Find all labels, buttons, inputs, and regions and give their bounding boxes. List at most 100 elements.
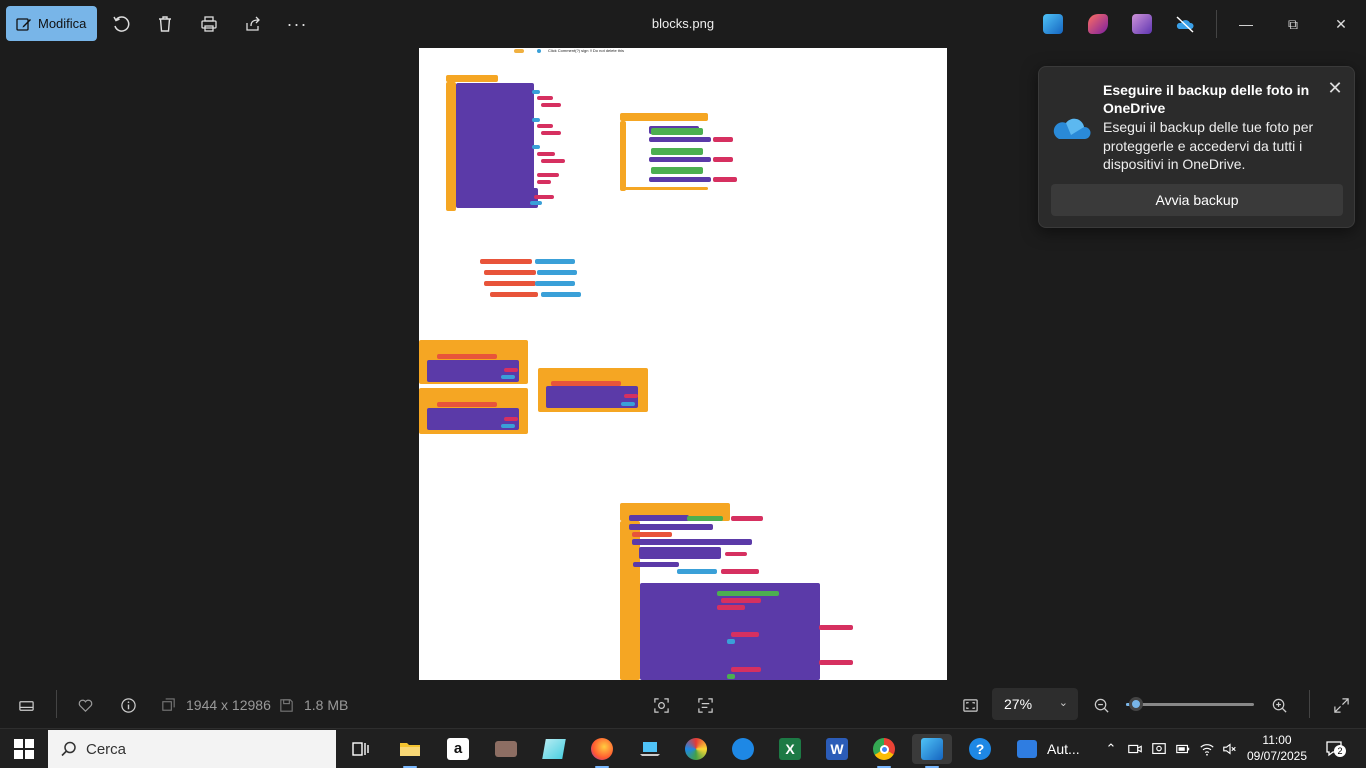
- active-app-label: Aut...: [1047, 741, 1080, 757]
- block-nav-body: [620, 121, 626, 191]
- block-init-global: [480, 259, 532, 264]
- block-init-global: [484, 281, 536, 286]
- favorite-heart-icon[interactable]: [74, 694, 96, 716]
- app-icon-automation[interactable]: [1012, 734, 1042, 764]
- text-scan-icon[interactable]: [694, 694, 716, 716]
- fit-to-window-icon[interactable]: [959, 694, 981, 716]
- block-value: [624, 394, 638, 398]
- zoom-slider[interactable]: [1126, 697, 1254, 711]
- block-for-each: [632, 539, 752, 545]
- block-value: [713, 157, 733, 162]
- block-value: [727, 639, 735, 644]
- filmstrip-icon[interactable]: [15, 694, 37, 716]
- clipchamp-icon[interactable]: [1132, 14, 1152, 34]
- chrome-icon[interactable]: [869, 734, 899, 768]
- minimize-icon[interactable]: —: [1223, 0, 1269, 48]
- excel-icon[interactable]: X: [775, 734, 805, 764]
- block-empty-list: [535, 281, 575, 286]
- designer-app-icon[interactable]: [1043, 14, 1063, 34]
- block-value: [687, 516, 723, 521]
- block-value: [530, 201, 542, 205]
- notification-center-icon[interactable]: 2: [1325, 740, 1346, 758]
- block-get-component: [729, 654, 819, 666]
- block-value: [537, 152, 555, 156]
- app-icon-chess[interactable]: [491, 734, 521, 764]
- block-value: [721, 569, 759, 574]
- image-canvas[interactable]: Click Comment(?) sign !! Do not delete t…: [419, 48, 947, 680]
- block-value: [532, 118, 540, 122]
- system-clock[interactable]: 11:00 09/07/2025: [1246, 732, 1308, 764]
- file-explorer-icon[interactable]: [395, 734, 425, 768]
- firefox-icon[interactable]: [587, 734, 617, 768]
- block-length-of-list: [677, 569, 717, 574]
- windows-start-icon[interactable]: [14, 739, 34, 759]
- zoom-in-icon[interactable]: [1268, 694, 1290, 716]
- start-backup-button[interactable]: Avvia backup: [1051, 184, 1343, 216]
- app-icon-notes[interactable]: [539, 734, 569, 764]
- restore-icon[interactable]: ⧉: [1270, 0, 1316, 48]
- block-set-global: [437, 354, 497, 359]
- block-spreadsheet-call: [456, 188, 538, 208]
- notification-badge: 2: [1334, 745, 1346, 757]
- block-home-body: [446, 82, 456, 211]
- meet-icon[interactable]: [1126, 740, 1144, 758]
- block-when-nav-selected: [620, 113, 708, 121]
- clock-time: 11:00: [1262, 733, 1292, 747]
- zoom-slider-thumb[interactable]: [1129, 697, 1144, 711]
- amazon-icon[interactable]: a: [443, 734, 473, 764]
- block-value: [713, 137, 733, 142]
- info-icon[interactable]: [117, 694, 139, 716]
- camera-monitor-icon[interactable]: [1150, 740, 1168, 758]
- task-view-icon[interactable]: [345, 734, 375, 764]
- more-options-icon[interactable]: ···: [285, 12, 309, 36]
- block-value: [541, 159, 565, 163]
- block-empty-list: [535, 259, 575, 264]
- edit-button[interactable]: Modifica: [6, 6, 97, 41]
- help-icon[interactable]: ?: [965, 734, 995, 764]
- speaker-muted-icon[interactable]: [1221, 740, 1239, 758]
- delete-icon[interactable]: [153, 12, 177, 36]
- block-value: [501, 375, 515, 379]
- taskbar-search-box[interactable]: Cerca: [48, 730, 336, 768]
- rotate-icon[interactable]: [109, 12, 133, 36]
- windows-taskbar: Cerca a X W ? Aut... ⌃ 11:00 09/07/2025 …: [0, 728, 1366, 768]
- block-call-firebase: [629, 524, 713, 530]
- edit-image-icon: [16, 17, 31, 31]
- block-value: [731, 667, 761, 672]
- app-icon-paint[interactable]: [681, 734, 711, 764]
- zoom-out-icon[interactable]: [1090, 694, 1112, 716]
- battery-icon[interactable]: [1174, 740, 1192, 758]
- word-icon[interactable]: W: [822, 734, 852, 764]
- visual-search-icon[interactable]: [650, 694, 672, 716]
- block-value: [504, 417, 518, 421]
- copilot-icon[interactable]: [1088, 14, 1108, 34]
- onedrive-off-icon[interactable]: [1175, 14, 1195, 34]
- block-open-screen: [649, 177, 711, 182]
- block-value: [537, 124, 553, 128]
- block-value: [541, 131, 561, 135]
- file-title: blocks.png: [651, 16, 715, 31]
- file-size: 1.8 MB: [304, 697, 349, 713]
- dimensions-icon: [159, 694, 177, 716]
- chevron-up-icon[interactable]: ⌃: [1102, 740, 1120, 758]
- app-icon-laptop[interactable]: [635, 734, 665, 764]
- print-icon[interactable]: [197, 12, 221, 36]
- photos-app-window: Modifica ··· blocks.png — ⧉ ✕ Click Comm…: [0, 0, 1366, 768]
- block-value: [717, 591, 779, 596]
- popup-close-icon[interactable]: ✕: [1324, 77, 1346, 99]
- photos-taskbar-icon[interactable]: [912, 734, 952, 768]
- fullscreen-icon[interactable]: [1330, 694, 1352, 716]
- edit-button-label: Modifica: [38, 16, 87, 31]
- app-icon-aircraft[interactable]: [728, 734, 758, 764]
- block-empty-list: [541, 292, 581, 297]
- block-value: [534, 195, 554, 199]
- status-bar: 1944 x 12986 1.8 MB 27% ⌄: [0, 680, 1366, 728]
- block-value: [532, 145, 540, 149]
- block-set-global: [632, 532, 672, 537]
- block-compare: [651, 148, 703, 155]
- wifi-icon[interactable]: [1198, 740, 1216, 758]
- zoom-level-dropdown[interactable]: 27% ⌄: [992, 688, 1078, 720]
- close-window-icon[interactable]: ✕: [1318, 0, 1364, 48]
- block-nav-end: [620, 187, 708, 190]
- share-icon[interactable]: [241, 12, 265, 36]
